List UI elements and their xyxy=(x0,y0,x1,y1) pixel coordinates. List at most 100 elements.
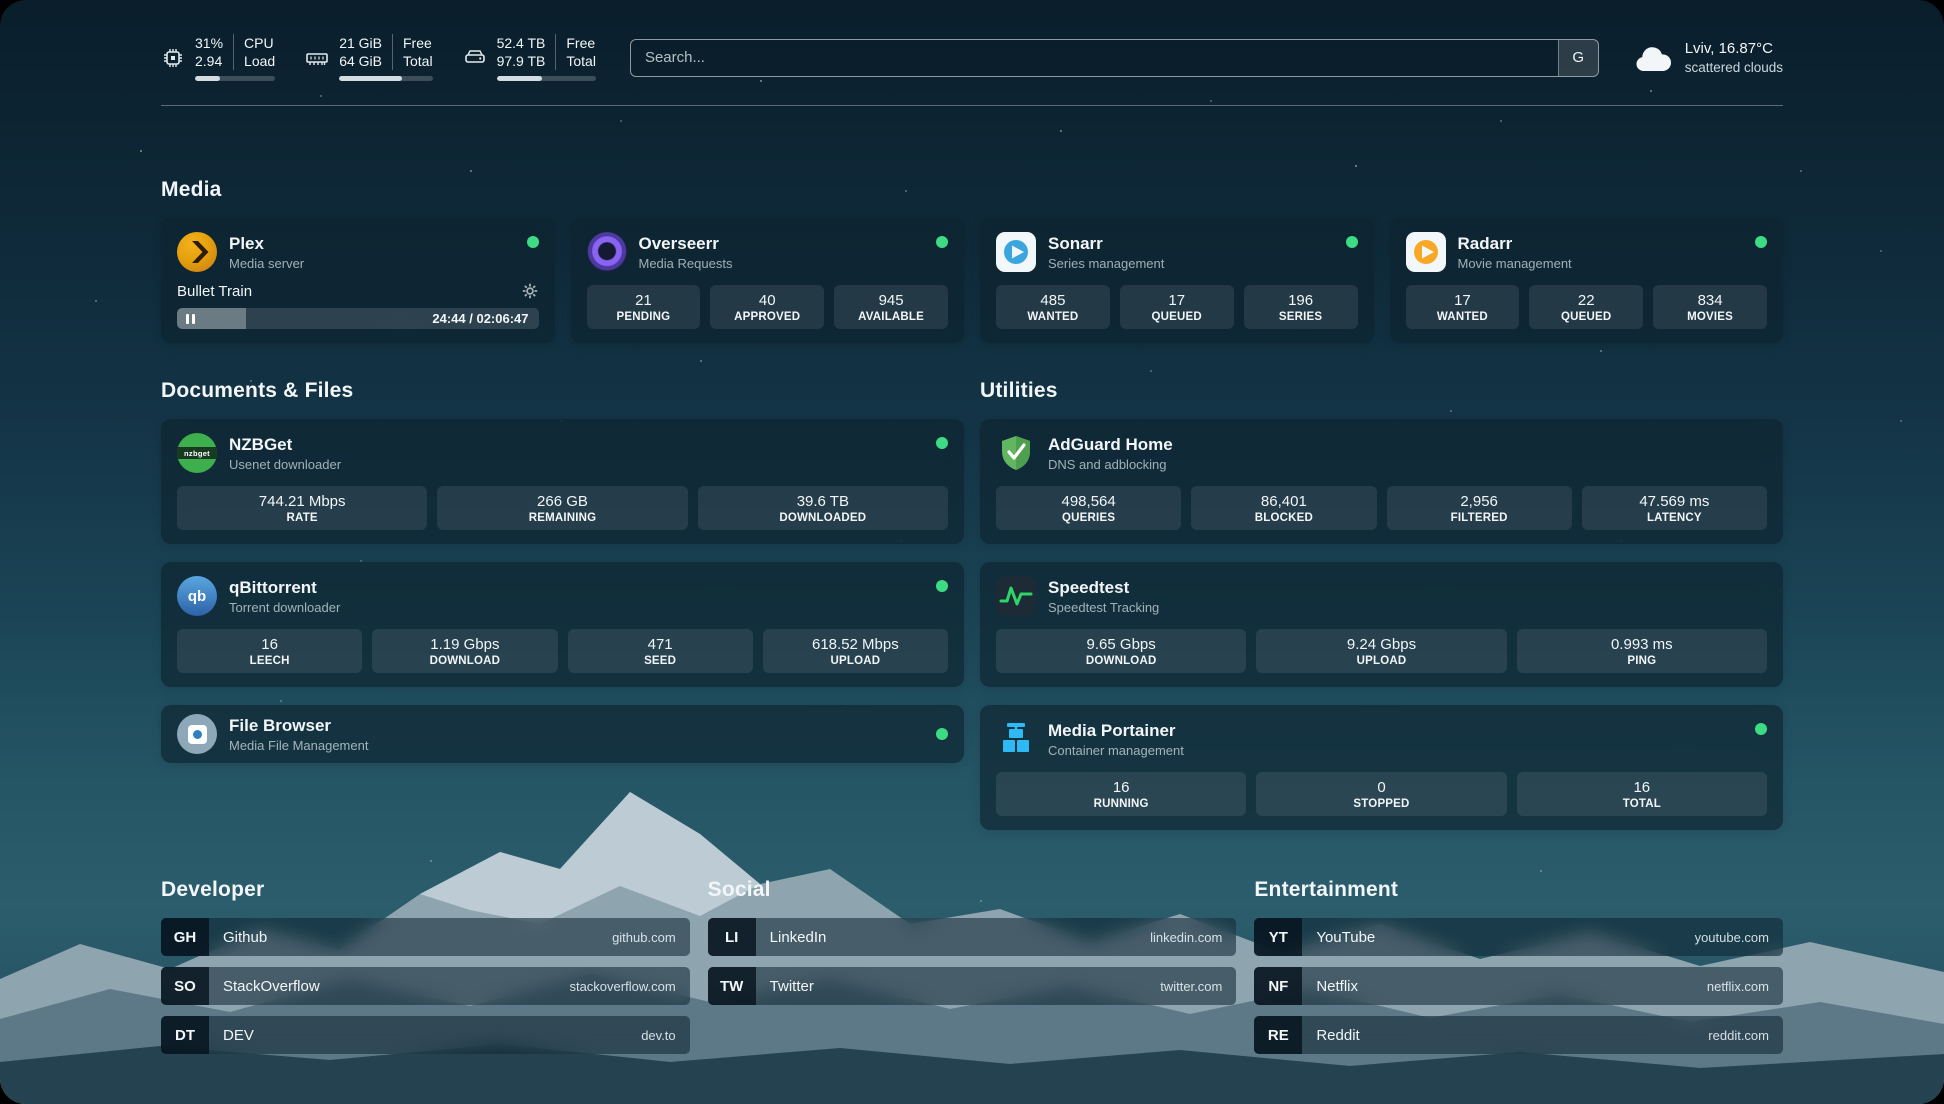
bookmark-name: DEV xyxy=(223,1027,254,1044)
stat-value: 16 xyxy=(1000,779,1242,796)
bookmark-name: LinkedIn xyxy=(770,929,827,946)
bookmark-netflix[interactable]: NF Netflix netflix.com xyxy=(1254,967,1783,1005)
app-card-speedtest[interactable]: Speedtest Speedtest Tracking 9.65 Gbps D… xyxy=(980,562,1783,687)
app-name: Overseerr xyxy=(639,234,733,254)
app-card-filebrowser[interactable]: File Browser Media File Management xyxy=(161,705,964,763)
sonarr-icon xyxy=(996,232,1036,272)
app-name: Media Portainer xyxy=(1048,721,1184,741)
stat-box: 22 QUEUED xyxy=(1529,285,1643,329)
app-card-adguard[interactable]: AdGuard Home DNS and adblocking 498,564 … xyxy=(980,419,1783,544)
cpu-values: 31% 2.94 xyxy=(195,34,223,70)
app-card-sonarr[interactable]: Sonarr Series management 485 WANTED 17 Q… xyxy=(980,218,1374,343)
qbittorrent-icon: qb xyxy=(177,576,217,616)
section-title: Social xyxy=(708,878,1237,902)
stat-box: 21 PENDING xyxy=(587,285,701,329)
playback-time: 24:44 / 02:06:47 xyxy=(432,311,528,326)
stat-value: 17 xyxy=(1124,292,1230,309)
app-subtitle: Series management xyxy=(1048,256,1164,271)
bookmark-name: StackOverflow xyxy=(223,978,320,995)
system-widgets: 31% 2.94 CPU Load xyxy=(161,34,596,81)
bookmark-name: Twitter xyxy=(770,978,814,995)
stat-box: 9.65 Gbps DOWNLOAD xyxy=(996,629,1246,673)
app-subtitle: Media server xyxy=(229,256,304,271)
weather-widget: Lviv, 16.87°C scattered clouds xyxy=(1633,39,1783,76)
stat-box: 0.993 ms PING xyxy=(1517,629,1767,673)
header-divider xyxy=(161,105,1783,106)
overseerr-icon xyxy=(587,232,627,272)
stat-label: BLOCKED xyxy=(1195,512,1372,524)
now-playing-title: Bullet Train xyxy=(177,283,252,300)
app-subtitle: Container management xyxy=(1048,743,1184,758)
stat-value: 47.569 ms xyxy=(1586,493,1763,510)
adguard-icon xyxy=(996,433,1036,473)
bookmark-url: dev.to xyxy=(641,1028,675,1043)
bookmark-url: linkedin.com xyxy=(1150,930,1222,945)
section-title: Entertainment xyxy=(1254,878,1783,902)
stat-value: 39.6 TB xyxy=(702,493,944,510)
app-card-plex[interactable]: Plex Media server Bullet Train xyxy=(161,218,555,343)
stat-box: 945 AVAILABLE xyxy=(834,285,948,329)
stat-box: 39.6 TB DOWNLOADED xyxy=(698,486,948,530)
search-engine-button[interactable]: G xyxy=(1558,40,1598,76)
stat-label: AVAILABLE xyxy=(838,311,944,323)
stat-value: 471 xyxy=(572,636,749,653)
app-card-overseerr[interactable]: Overseerr Media Requests 21 PENDING 40 A… xyxy=(571,218,965,343)
memory-free: 21 GiB xyxy=(339,34,382,52)
stat-box: 618.52 Mbps UPLOAD xyxy=(763,629,948,673)
disk-total: 97.9 TB xyxy=(497,52,546,70)
section-developer: Developer GH Github github.com SO StackO… xyxy=(161,878,690,1054)
bookmark-youtube[interactable]: YT YouTube youtube.com xyxy=(1254,918,1783,956)
stat-label: LEECH xyxy=(181,655,358,667)
stat-box: 1.19 Gbps DOWNLOAD xyxy=(372,629,557,673)
stat-box: 498,564 QUERIES xyxy=(996,486,1181,530)
stat-label: PENDING xyxy=(591,311,697,323)
stat-box: 17 WANTED xyxy=(1406,285,1520,329)
app-subtitle: Torrent downloader xyxy=(229,600,340,615)
memory-values: 21 GiB 64 GiB xyxy=(339,34,382,70)
section-title: Media xyxy=(161,178,1783,202)
stat-value: 21 xyxy=(591,292,697,309)
bookmark-stackoverflow[interactable]: SO StackOverflow stackoverflow.com xyxy=(161,967,690,1005)
bookmark-name: YouTube xyxy=(1316,929,1375,946)
app-card-nzbget[interactable]: nzbget NZBGet Usenet downloader 744.21 M… xyxy=(161,419,964,544)
bookmark-url: github.com xyxy=(612,930,676,945)
stat-label: SERIES xyxy=(1248,311,1354,323)
bookmark-github[interactable]: GH Github github.com xyxy=(161,918,690,956)
bookmark-reddit[interactable]: RE Reddit reddit.com xyxy=(1254,1016,1783,1054)
bookmark-dev[interactable]: DT DEV dev.to xyxy=(161,1016,690,1054)
cpu-load: 2.94 xyxy=(195,52,223,70)
stat-value: 22 xyxy=(1533,292,1639,309)
stat-value: 17 xyxy=(1410,292,1516,309)
cpu-usage: 31% xyxy=(195,34,223,52)
weather-condition: scattered clouds xyxy=(1685,59,1783,77)
stat-value: 40 xyxy=(714,292,820,309)
stat-value: 0.993 ms xyxy=(1521,636,1763,653)
app-name: AdGuard Home xyxy=(1048,435,1173,455)
bookmark-twitter[interactable]: TW Twitter twitter.com xyxy=(708,967,1237,1005)
app-card-portainer[interactable]: Media Portainer Container management 16 … xyxy=(980,705,1783,830)
stat-value: 2,956 xyxy=(1391,493,1568,510)
app-card-qbittorrent[interactable]: qb qBittorrent Torrent downloader 16 LEE… xyxy=(161,562,964,687)
bookmark-linkedin[interactable]: LI LinkedIn linkedin.com xyxy=(708,918,1237,956)
disk-widget: 52.4 TB 97.9 TB Free Total xyxy=(463,34,596,81)
app-card-radarr[interactable]: Radarr Movie management 17 WANTED 22 QUE… xyxy=(1390,218,1784,343)
stat-value: 945 xyxy=(838,292,944,309)
stat-box: 86,401 BLOCKED xyxy=(1191,486,1376,530)
stat-label: SEED xyxy=(572,655,749,667)
gear-icon[interactable] xyxy=(521,282,539,300)
cloud-icon xyxy=(1633,43,1673,73)
stat-box: 744.21 Mbps RATE xyxy=(177,486,427,530)
stat-label: LATENCY xyxy=(1586,512,1763,524)
radarr-icon xyxy=(1406,232,1446,272)
stat-value: 86,401 xyxy=(1195,493,1372,510)
memory-icon xyxy=(305,46,329,70)
stat-label: TOTAL xyxy=(1521,798,1763,810)
stat-box: 47.569 ms LATENCY xyxy=(1582,486,1767,530)
memory-labels: Free Total xyxy=(392,34,433,70)
search-input[interactable] xyxy=(631,40,1558,76)
bookmark-name: Netflix xyxy=(1316,978,1358,995)
bookmark-abbr: TW xyxy=(708,967,756,1005)
status-dot xyxy=(1755,236,1767,248)
bookmark-url: reddit.com xyxy=(1708,1028,1769,1043)
app-name: Radarr xyxy=(1458,234,1572,254)
